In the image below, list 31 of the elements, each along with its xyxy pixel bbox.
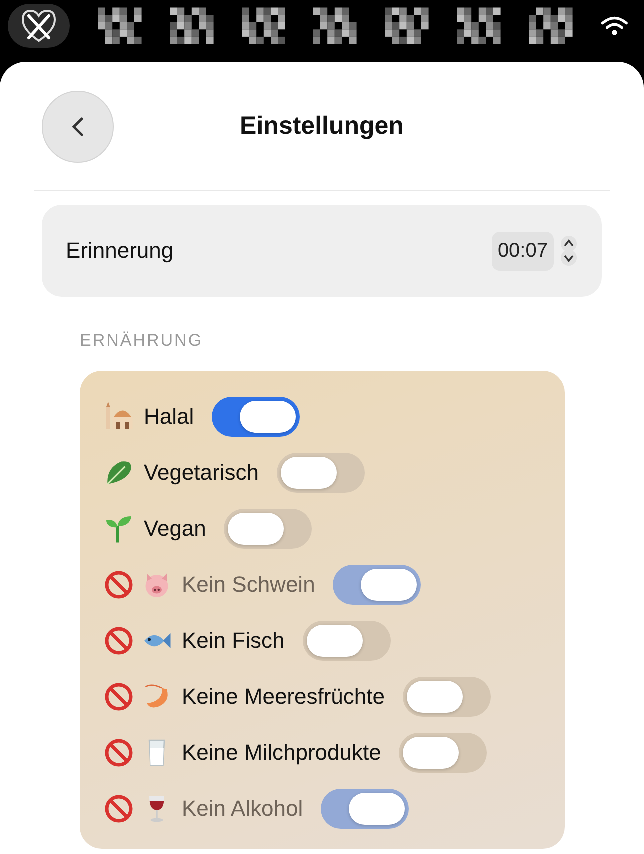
mosque-icon <box>104 402 134 432</box>
toggle-switch[interactable] <box>403 677 491 717</box>
diet-label: Vegetarisch <box>144 460 259 486</box>
page-title: Einstellungen <box>239 112 405 140</box>
chevron-icon <box>71 116 85 138</box>
time-field[interactable]: 00:07 <box>492 232 554 270</box>
obscured-icon[interactable] <box>457 7 501 45</box>
obscured-icon[interactable] <box>170 7 214 45</box>
obscured-icon[interactable] <box>242 7 286 45</box>
obscured-icon[interactable] <box>313 7 358 45</box>
diet-label: Kein Schwein <box>182 572 316 598</box>
obscured-icon[interactable] <box>98 7 142 45</box>
toggle-switch[interactable] <box>399 733 488 773</box>
toggle-switch[interactable] <box>224 509 312 549</box>
diet-label: Kein Alkohol <box>182 796 304 822</box>
wifi-icon[interactable] <box>600 15 628 37</box>
sprout-icon <box>104 514 134 544</box>
obscured-icon[interactable] <box>385 7 430 45</box>
toggle-switch[interactable] <box>302 621 391 661</box>
stepper-icon[interactable] <box>560 235 578 267</box>
diet-label: Halal <box>144 404 194 430</box>
reminder-label: Erinnerung <box>66 238 175 264</box>
app-menu-icon[interactable] <box>8 4 70 48</box>
obscured-icon[interactable] <box>528 7 573 45</box>
toggle-switch[interactable] <box>276 453 365 493</box>
diet-label: Keine Milchprodukte <box>182 740 382 766</box>
diet-label: Kein Fisch <box>182 628 285 654</box>
diet-label: Vegan <box>144 516 206 542</box>
section-title: ERNÄHRUNG <box>80 331 204 351</box>
diet-label: Keine Meeresfrüchte <box>182 684 385 710</box>
toggle-switch[interactable] <box>212 397 300 437</box>
